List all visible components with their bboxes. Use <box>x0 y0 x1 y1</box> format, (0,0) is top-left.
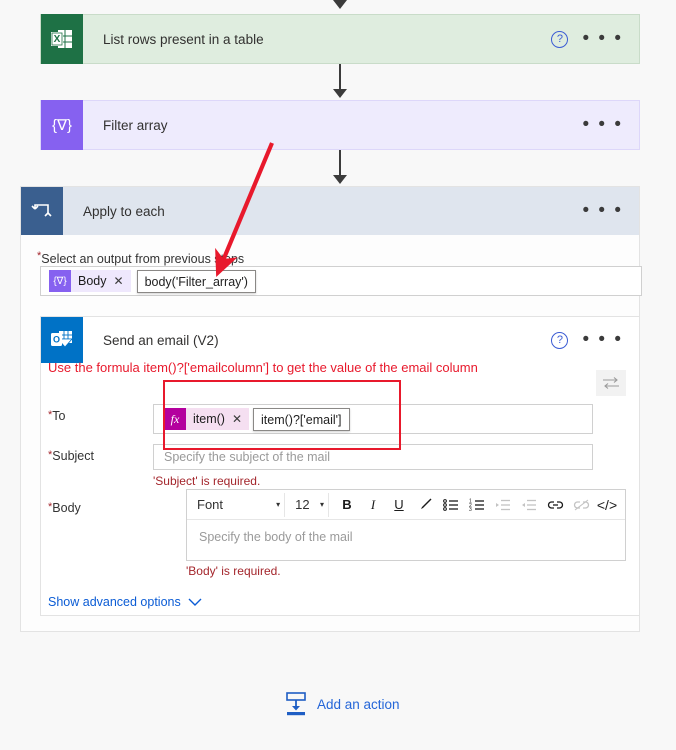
subject-label-text: Subject <box>52 449 94 463</box>
chevron-down-icon <box>188 598 202 606</box>
overflow-menu-icon[interactable]: • • • <box>582 330 623 349</box>
help-icon[interactable]: ? <box>551 331 569 349</box>
flow-designer-canvas: X List rows present in a table ? • • • {… <box>0 0 676 750</box>
font-family-dropdown[interactable]: Font ▾ <box>193 492 286 517</box>
select-output-label-text: Select an output from previous steps <box>41 252 245 266</box>
unlink-icon[interactable] <box>569 493 593 517</box>
connector-line-2 <box>339 150 341 177</box>
indent-increase-icon[interactable] <box>491 493 515 517</box>
connector-arrow-head-top <box>333 0 347 9</box>
filter-array-icon: {∇} <box>41 100 83 150</box>
overflow-menu-icon[interactable]: • • • <box>582 29 623 48</box>
font-family-value: Font <box>197 497 224 512</box>
font-size-value: 12 <box>295 497 310 512</box>
flow-step-title: List rows present in a table <box>103 31 264 47</box>
svg-text:X: X <box>54 34 61 45</box>
flow-step-list-rows-present-in-a-table[interactable]: X List rows present in a table ? • • • <box>40 14 640 64</box>
svg-text:O: O <box>53 335 60 345</box>
underline-icon[interactable]: U <box>387 493 411 517</box>
filter-array-glyph: {∇} <box>51 117 73 134</box>
flow-step-title: Send an email (V2) <box>103 332 219 348</box>
font-size-dropdown[interactable]: 12 ▾ <box>291 492 329 517</box>
body-rich-text-editor[interactable]: Font ▾ 12 ▾ B I U 1 2 3 </> Specify the … <box>186 489 626 561</box>
to-label-text: To <box>52 409 66 423</box>
filter-array-token-icon: {∇} <box>49 270 71 292</box>
flow-step-title: Filter array <box>103 117 168 133</box>
card-actions: • • • <box>582 115 639 134</box>
card-actions: • • • <box>582 201 639 220</box>
bold-icon[interactable]: B <box>335 493 359 517</box>
text-color-pen-icon[interactable] <box>413 493 437 517</box>
subject-error-message: 'Subject' is required. <box>153 474 261 488</box>
link-icon[interactable] <box>543 493 567 517</box>
annotation-highlight-box-to <box>163 380 401 450</box>
field-row-body-label: *Body <box>48 496 153 515</box>
chevron-down-icon: ▾ <box>319 500 324 509</box>
body-error-message: 'Body' is required. <box>186 564 281 578</box>
code-view-icon[interactable]: </> <box>595 493 619 517</box>
numbered-list-icon[interactable]: 123 <box>465 493 489 517</box>
card-actions: ? • • • <box>551 29 639 48</box>
subject-label: *Subject <box>48 444 153 463</box>
send-email-header[interactable]: O Send an email (V2) ? • • • <box>41 317 639 363</box>
connector-arrow-head-2 <box>333 175 347 184</box>
add-an-action-button[interactable]: Add an action <box>285 692 400 716</box>
overflow-menu-icon[interactable]: • • • <box>582 115 623 134</box>
indent-decrease-icon[interactable] <box>517 493 541 517</box>
card-actions: ? • • • <box>551 330 639 349</box>
token-remove-icon[interactable]: ✕ <box>114 274 131 288</box>
bulleted-list-icon[interactable] <box>439 493 463 517</box>
insert-action-icon <box>286 692 306 716</box>
connector-line-1 <box>339 64 341 91</box>
rich-text-toolbar: Font ▾ 12 ▾ B I U 1 2 3 </> <box>187 490 625 520</box>
outlook-icon: O <box>41 317 83 363</box>
connector-arrow-head-1 <box>333 89 347 98</box>
token-chip-body[interactable]: {∇} Body ✕ <box>49 270 131 292</box>
add-an-action-label: Add an action <box>317 696 400 712</box>
token-tooltip: body('Filter_array') <box>136 269 256 293</box>
italic-icon[interactable]: I <box>361 493 385 517</box>
swap-arrows-icon[interactable] <box>596 370 626 396</box>
show-advanced-options-link[interactable]: Show advanced options <box>48 595 202 609</box>
to-label: *To <box>48 404 153 423</box>
overflow-menu-icon[interactable]: • • • <box>582 201 623 220</box>
subject-field-group: Specify the subject of the mail 'Subject… <box>153 444 593 488</box>
annotation-text: Use the formula item()?['emailcolumn'] t… <box>48 360 478 375</box>
select-output-input[interactable]: {∇} Body ✕ body('Filter_array') <box>40 266 642 296</box>
apply-to-each-header[interactable]: Apply to each • • • <box>21 187 639 235</box>
svg-text:3: 3 <box>469 507 472 512</box>
excel-icon: X <box>41 14 83 64</box>
help-icon[interactable]: ? <box>551 30 569 48</box>
chevron-down-icon: ▾ <box>276 500 281 509</box>
body-input[interactable]: Specify the body of the mail <box>187 520 625 544</box>
flow-step-filter-array[interactable]: {∇} Filter array • • • <box>40 100 640 150</box>
show-advanced-options-label: Show advanced options <box>48 595 181 609</box>
body-label: *Body <box>48 496 153 515</box>
loop-icon <box>21 187 63 235</box>
field-row-subject: *Subject Specify the subject of the mail… <box>48 444 628 488</box>
body-label-text: Body <box>52 501 81 515</box>
token-label: Body <box>78 274 107 288</box>
flow-step-title: Apply to each <box>83 203 165 219</box>
